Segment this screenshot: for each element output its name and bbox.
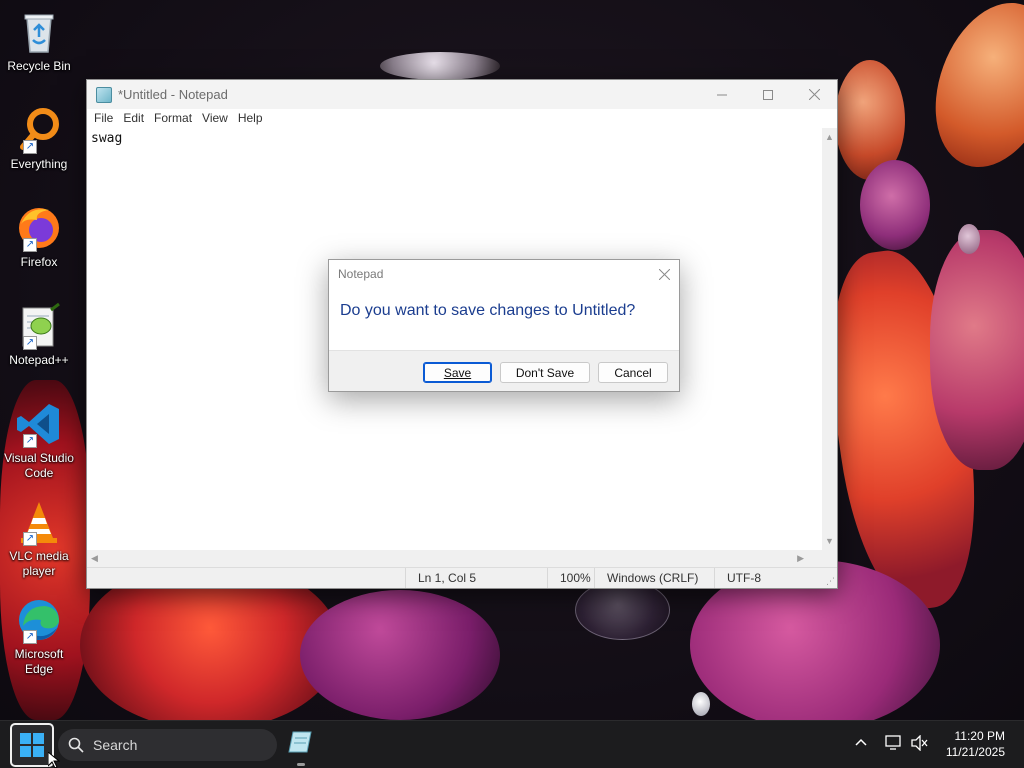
search-icon	[68, 737, 84, 753]
save-button[interactable]: Save	[423, 362, 492, 383]
dont-save-button[interactable]: Don't Save	[500, 362, 590, 383]
close-window-button[interactable]	[791, 80, 837, 109]
close-icon	[808, 89, 820, 100]
mouse-cursor-icon	[48, 752, 60, 768]
desktop-icon-label: Notepad++	[9, 353, 69, 367]
notepad-titlebar[interactable]: *Untitled - Notepad	[87, 80, 837, 109]
taskbar: Search 11:20 PM 11/21/2025	[0, 720, 1024, 768]
dialog-title: Notepad	[338, 267, 384, 281]
desktop-icon-label: Recycle Bin	[7, 59, 71, 73]
desktop-icon-everything[interactable]: ↗ Everything	[2, 106, 76, 196]
shortcut-arrow-icon: ↗	[23, 238, 37, 252]
menu-format[interactable]: Format	[149, 109, 197, 128]
notepad-app-icon	[96, 86, 112, 103]
dialog-button-bar: Save Don't Save Cancel	[329, 350, 679, 391]
horizontal-scrollbar[interactable]: ◀ ▶	[87, 550, 822, 567]
maximize-icon	[763, 89, 773, 100]
cancel-button-label: Cancel	[614, 365, 652, 380]
save-button-label: Save	[443, 365, 472, 380]
dialog-message: Do you want to save changes to Untitled?	[340, 302, 636, 319]
desktop-icon-label: Microsoft Edge	[14, 647, 64, 676]
notepad-plus-plus-icon: ↗	[15, 302, 63, 350]
vlc-cone-icon: ↗	[15, 498, 63, 546]
status-bar: Ln 1, Col 5 100% Windows (CRLF) UTF-8 ⋰	[87, 567, 837, 588]
clock-time: 11:20 PM	[954, 729, 1005, 743]
window-title: *Untitled - Notepad	[118, 87, 228, 102]
scroll-up-icon[interactable]: ▲	[825, 132, 834, 142]
everything-search-icon: ↗	[15, 106, 63, 154]
scroll-left-icon[interactable]: ◀	[91, 553, 98, 564]
menu-file[interactable]: File	[89, 109, 118, 128]
minimize-button[interactable]	[699, 80, 745, 109]
menu-edit[interactable]: Edit	[118, 109, 149, 128]
running-indicator	[297, 763, 305, 766]
vscode-icon: ↗	[15, 400, 63, 448]
desktop-icon-recycle-bin[interactable]: Recycle Bin	[2, 8, 76, 98]
edge-icon: ↗	[15, 596, 63, 644]
network-icon[interactable]	[885, 735, 903, 754]
status-zoom: 100%	[547, 568, 591, 588]
desktop-icon-label: VLC media player	[9, 549, 69, 578]
desktop-icon-notepad-plus-plus[interactable]: ↗ Notepad++	[2, 302, 76, 392]
cancel-button[interactable]: Cancel	[598, 362, 668, 383]
dialog-close-button[interactable]	[658, 264, 671, 285]
desktop-icon-edge[interactable]: ↗ Microsoft Edge	[2, 596, 76, 686]
firefox-icon: ↗	[15, 204, 63, 252]
desktop-icon-label: Everything	[10, 157, 68, 171]
shortcut-arrow-icon: ↗	[23, 140, 37, 154]
volume-muted-icon[interactable]	[911, 734, 929, 754]
scroll-down-icon[interactable]: ▼	[825, 536, 834, 546]
scroll-corner	[822, 550, 837, 567]
status-line-endings: Windows (CRLF)	[594, 568, 698, 588]
clock-date: 11/21/2025	[945, 745, 1005, 759]
save-changes-dialog: Notepad Do you want to save changes to U…	[328, 259, 680, 392]
minimize-icon	[717, 94, 727, 95]
desktop-icon-vscode[interactable]: ↗ Visual Studio Code	[2, 400, 76, 490]
status-encoding: UTF-8	[714, 568, 761, 588]
recycle-bin-icon	[15, 8, 63, 56]
menu-help[interactable]: Help	[233, 109, 268, 128]
shortcut-arrow-icon: ↗	[23, 434, 37, 448]
show-hidden-icons-chevron-icon[interactable]	[855, 735, 867, 751]
desktop-icon-firefox[interactable]: ↗ Firefox	[2, 204, 76, 294]
status-cursor-position: Ln 1, Col 5	[405, 568, 476, 588]
dont-save-button-label: Don't Save	[515, 365, 575, 380]
close-icon	[658, 268, 671, 281]
resize-grip-icon[interactable]: ⋰	[826, 576, 835, 587]
shortcut-arrow-icon: ↗	[23, 336, 37, 350]
shortcut-arrow-icon: ↗	[23, 630, 37, 644]
shortcut-arrow-icon: ↗	[23, 532, 37, 546]
desktop-icon-label: Visual Studio Code	[4, 451, 74, 480]
desktop-icon-vlc[interactable]: ↗ VLC media player	[2, 498, 76, 588]
maximize-button[interactable]	[745, 80, 791, 109]
search-label: Search	[93, 737, 138, 753]
vertical-scrollbar[interactable]: ▲ ▼	[822, 128, 837, 550]
desktop-icon-label: Firefox	[20, 255, 58, 269]
system-clock[interactable]: 11:20 PM 11/21/2025	[946, 728, 1005, 760]
windows-logo-icon	[20, 733, 44, 757]
taskbar-notepad-button[interactable]	[285, 727, 317, 766]
menu-view[interactable]: View	[197, 109, 233, 128]
menu-bar: File Edit Format View Help	[87, 109, 837, 128]
scroll-right-icon[interactable]: ▶	[797, 553, 804, 564]
taskbar-search-box[interactable]: Search	[58, 729, 277, 761]
notepad-taskbar-icon	[288, 731, 312, 753]
